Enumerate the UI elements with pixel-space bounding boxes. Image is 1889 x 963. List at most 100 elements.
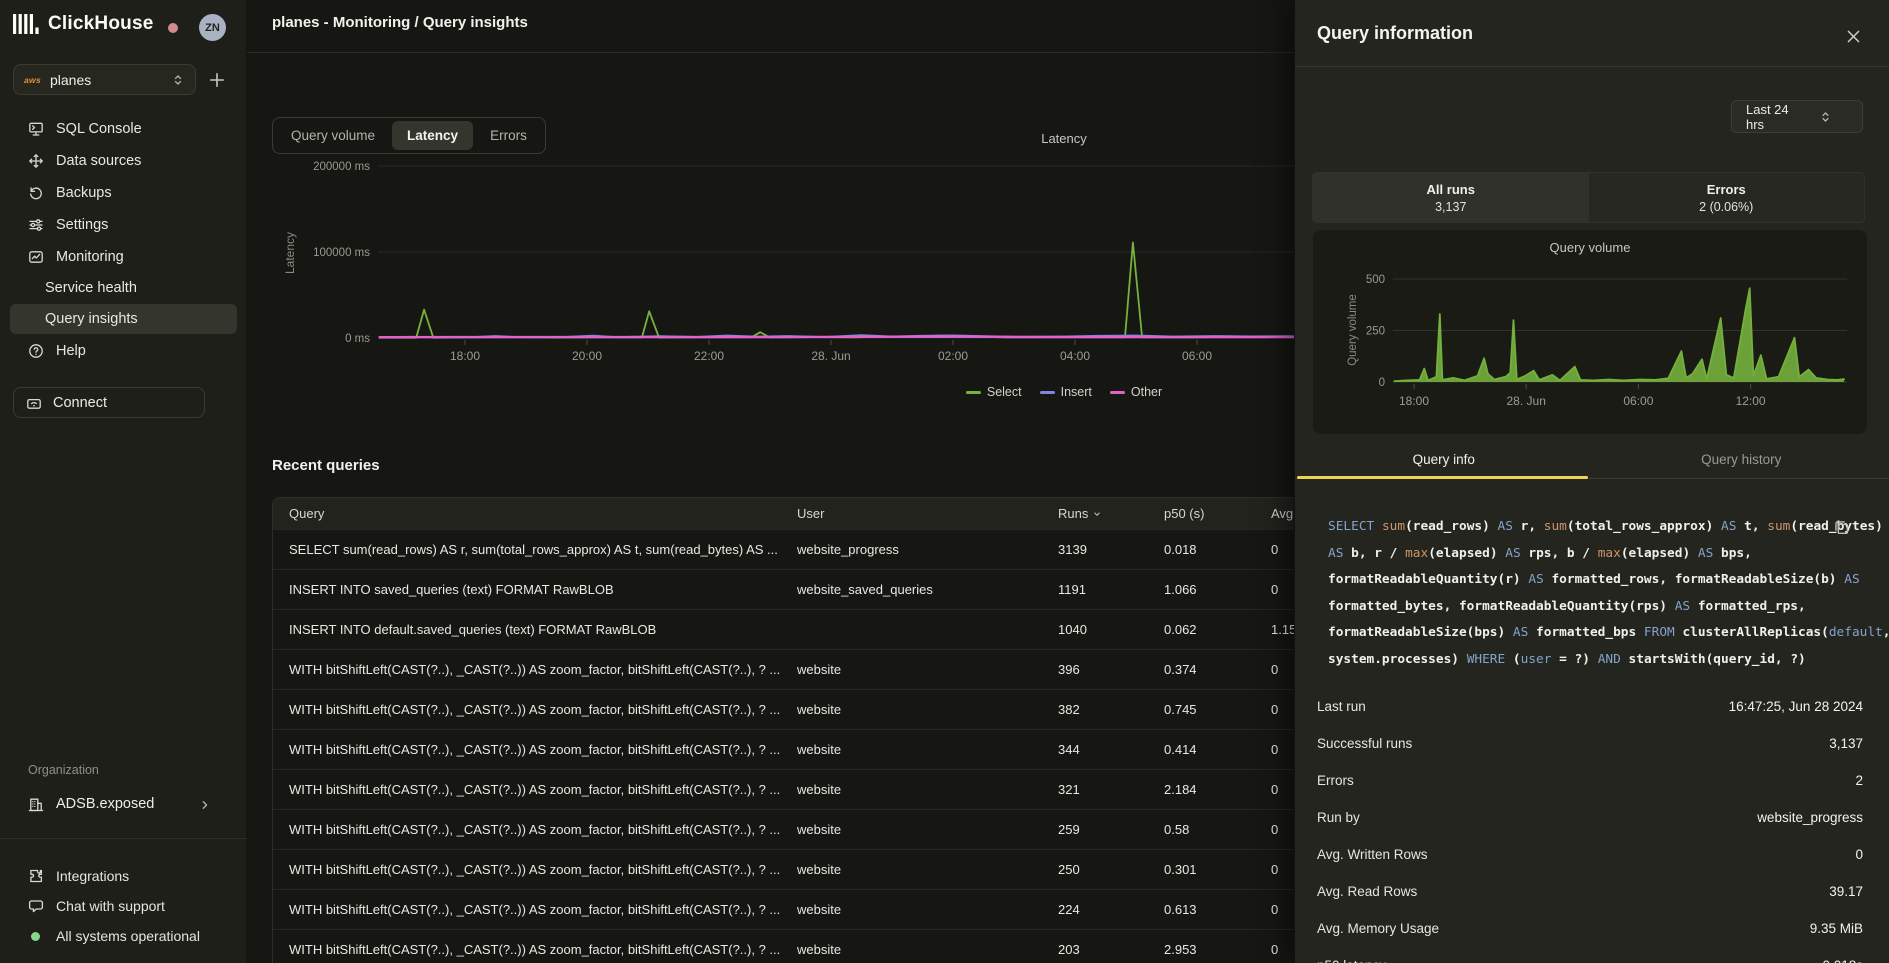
svg-text:0: 0	[1379, 377, 1385, 389]
recent-queries-title: Recent queries	[272, 457, 380, 474]
sidebar-item-data-sources[interactable]: Data sources	[0, 146, 247, 176]
close-icon	[1845, 28, 1862, 45]
svg-text:200000 ms: 200000 ms	[313, 161, 370, 173]
brand-logo[interactable]: ClickHouse	[13, 13, 153, 35]
select-swatch	[966, 391, 981, 394]
project-name: planes	[50, 72, 162, 88]
tab-query-history[interactable]: Query history	[1593, 440, 1889, 478]
copy-button[interactable]	[1833, 519, 1850, 536]
app-window: ClickHouse ZN aws planes SQL Console Dat…	[0, 0, 1889, 963]
svg-text:18:00: 18:00	[1399, 394, 1429, 408]
legend-item-other[interactable]: Other	[1110, 385, 1162, 399]
connect-icon	[26, 395, 42, 411]
sidebar-item-system-status[interactable]: All systems operational	[0, 922, 247, 950]
sidebar: ClickHouse ZN aws planes SQL Console Dat…	[0, 0, 247, 963]
chevron-right-icon	[198, 798, 212, 812]
stat-successful-runs: Successful runs3,137	[1317, 733, 1863, 753]
add-service-button[interactable]	[208, 71, 226, 89]
svg-text:12:00: 12:00	[1736, 394, 1766, 408]
puzzle-icon	[28, 868, 44, 884]
svg-text:02:00: 02:00	[938, 349, 968, 363]
organization-item[interactable]: ADSB.exposed	[0, 790, 247, 820]
sql-code-block: SELECT sum(read_rows) AS r, sum(total_ro…	[1328, 514, 1848, 673]
sidebar-divider	[0, 838, 247, 839]
stat-avg-written-rows: Avg. Written Rows0	[1317, 844, 1863, 864]
segment-all-runs[interactable]: All runs 3,137	[1313, 173, 1589, 222]
latency-chart-title: Latency	[1014, 131, 1114, 146]
terminal-icon	[28, 121, 44, 137]
stat-errors: Errors2	[1317, 770, 1863, 790]
project-selector[interactable]: aws planes	[13, 64, 196, 95]
monitoring-chart-icon	[28, 249, 44, 265]
tab-query-info[interactable]: Query info	[1295, 440, 1593, 478]
legend-item-select[interactable]: Select	[966, 385, 1022, 399]
col-header-query[interactable]: Query	[273, 506, 797, 521]
stat-run-by: Run bywebsite_progress	[1317, 807, 1863, 827]
svg-text:500: 500	[1366, 274, 1385, 286]
sidebar-item-settings[interactable]: Settings	[0, 210, 247, 240]
clickhouse-logo-icon	[13, 13, 39, 35]
organization-label: Organization	[28, 763, 99, 777]
svg-text:250: 250	[1366, 326, 1385, 338]
chevron-updown-icon	[1799, 110, 1852, 124]
sidebar-item-service-health[interactable]: Service health	[0, 273, 247, 303]
svg-text:100000 ms: 100000 ms	[313, 247, 370, 259]
svg-text:28. Jun: 28. Jun	[811, 349, 850, 363]
query-volume-chart: 0 250 500 18:00 28. Jun 06:00 12:00	[1313, 232, 1867, 432]
restore-icon	[28, 185, 44, 201]
tab-latency[interactable]: Latency	[392, 121, 473, 150]
panel-divider	[1295, 66, 1889, 67]
stat-avg-read-rows: Avg. Read Rows39.17	[1317, 881, 1863, 901]
panel-tabs: Query info Query history	[1295, 440, 1889, 479]
close-panel-button[interactable]	[1845, 28, 1862, 45]
stat-avg-memory-usage: Avg. Memory Usage9.35 MiB	[1317, 918, 1863, 938]
query-volume-card: Query volume Query volume 025050018:0028…	[1313, 230, 1867, 434]
col-header-runs[interactable]: Runs	[1058, 506, 1164, 521]
latency-legend: Select Insert Other	[964, 385, 1164, 399]
stat-last-run: Last run16:47:25, Jun 28 2024	[1317, 696, 1863, 716]
brand-name: ClickHouse	[48, 13, 153, 35]
help-icon	[28, 343, 44, 359]
active-tab-underline	[1297, 476, 1588, 479]
svg-text:06:00: 06:00	[1182, 349, 1212, 363]
sort-desc-icon	[1092, 509, 1102, 519]
col-header-user[interactable]: User	[797, 506, 1058, 521]
svg-text:28. Jun: 28. Jun	[1507, 394, 1546, 408]
tab-errors[interactable]: Errors	[475, 121, 542, 150]
chat-bubble-icon	[28, 898, 44, 914]
tab-query-volume[interactable]: Query volume	[276, 121, 390, 150]
legend-item-insert[interactable]: Insert	[1040, 385, 1092, 399]
panel-title: Query information	[1317, 23, 1473, 44]
col-header-p50[interactable]: p50 (s)	[1164, 506, 1271, 521]
sidebar-item-monitoring[interactable]: Monitoring	[0, 242, 247, 272]
sidebar-item-help[interactable]: Help	[0, 336, 247, 366]
time-range-select[interactable]: Last 24 hrs	[1731, 100, 1863, 133]
chart-tabs: Query volume Latency Errors	[272, 117, 546, 154]
avatar[interactable]: ZN	[199, 14, 226, 41]
connect-button[interactable]: Connect	[13, 387, 205, 418]
svg-text:22:00: 22:00	[694, 349, 724, 363]
aws-icon: aws	[24, 75, 41, 85]
notification-dot	[168, 23, 178, 33]
svg-text:18:00: 18:00	[450, 349, 480, 363]
query-information-panel: Query information Last 24 hrs All runs 3…	[1294, 0, 1889, 963]
insert-swatch	[1040, 391, 1055, 394]
sidebar-item-query-insights[interactable]: Query insights	[0, 304, 247, 334]
data-sources-icon	[28, 153, 44, 169]
plus-icon	[208, 71, 226, 89]
svg-text:06:00: 06:00	[1623, 394, 1653, 408]
sidebar-item-integrations[interactable]: Integrations	[0, 862, 247, 890]
status-ok-dot	[31, 932, 40, 941]
copy-icon	[1833, 519, 1850, 536]
chevron-updown-icon	[171, 73, 185, 87]
svg-text:04:00: 04:00	[1060, 349, 1090, 363]
runs-errors-toggle: All runs 3,137 Errors 2 (0.06%)	[1312, 172, 1865, 223]
sidebar-item-sql-console[interactable]: SQL Console	[0, 114, 247, 144]
building-icon	[28, 797, 44, 813]
segment-errors[interactable]: Errors 2 (0.06%)	[1589, 173, 1865, 222]
sidebar-item-chat-support[interactable]: Chat with support	[0, 892, 247, 920]
page-title: planes - Monitoring / Query insights	[272, 14, 528, 31]
latency-y-axis-label: Latency	[283, 203, 297, 303]
stat-p50-latency: p50 latency0.018s	[1317, 955, 1863, 963]
sidebar-item-backups[interactable]: Backups	[0, 178, 247, 208]
